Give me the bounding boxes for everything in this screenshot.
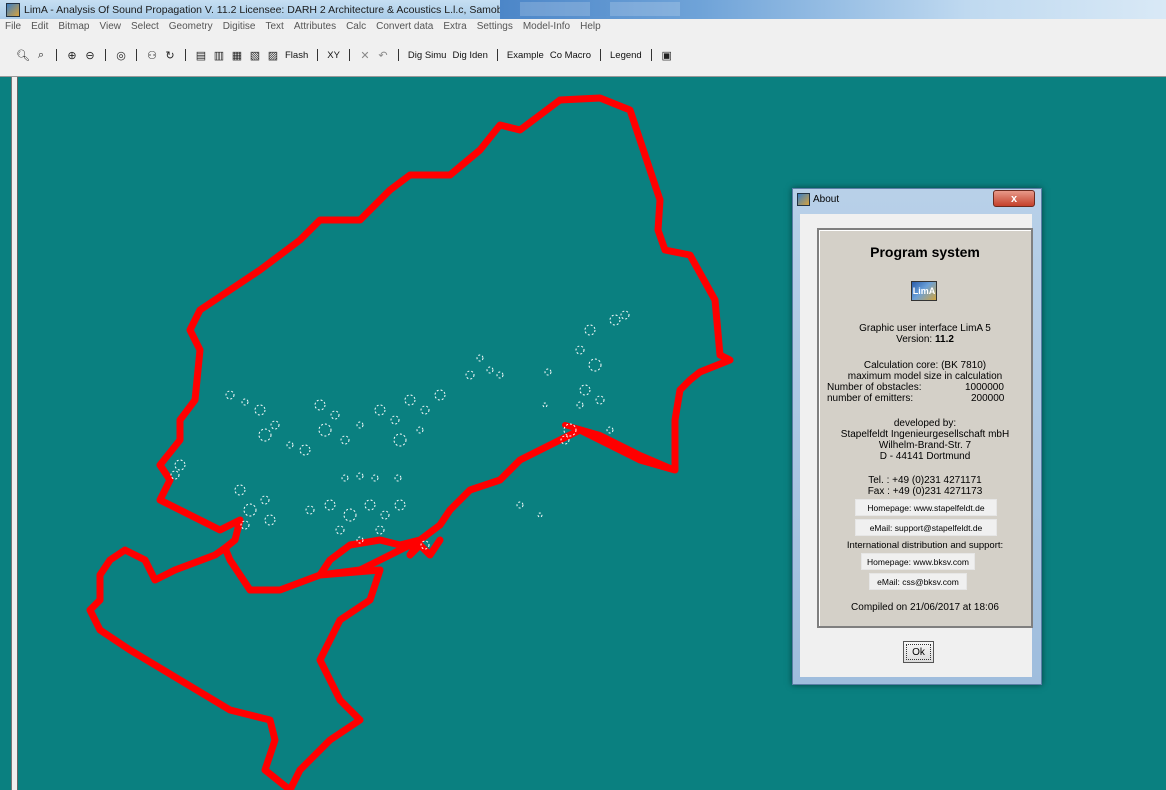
delete-icon[interactable]: ✕ <box>357 48 373 62</box>
toolbar-separator <box>317 49 319 61</box>
select-pointer-icon[interactable]: ▧ <box>247 48 263 62</box>
toolbar-row: 🔍︎ ⌕ ⊕ ⊖ ◎ ⚇ ↻ ▤ ▥ ▦ ▧ ▨ Flash XY ✕ ↶ Di… <box>14 47 676 63</box>
zoom-area-icon[interactable]: 🔍︎ <box>15 48 31 62</box>
emitters-label: number of emitters: <box>827 393 914 404</box>
boundary-outline <box>562 422 678 473</box>
example-button[interactable]: Example <box>507 50 544 61</box>
ok-button[interactable]: Ok <box>903 641 934 663</box>
toolbar-separator <box>650 49 652 61</box>
xy-button[interactable]: XY <box>327 50 340 61</box>
version-label: Version: <box>896 334 933 345</box>
fax: Fax : +49 (0)231 4271173 <box>867 486 983 497</box>
lima-app-icon <box>797 192 810 206</box>
version-line: Version: 11.2 <box>819 334 1031 345</box>
window-titlebar: LimA - Analysis Of Sound Propagation V. … <box>0 0 1166 19</box>
calc-core-line: Calculation core: (BK 7810) <box>863 360 987 371</box>
menu-bitmap[interactable]: Bitmap <box>53 21 94 32</box>
zoom-icon[interactable]: ⌕ <box>33 48 49 62</box>
company-street: Wilhelm-Brand-Str. 7 <box>878 440 972 451</box>
menu-digitise[interactable]: Digitise <box>218 21 261 32</box>
menu-text[interactable]: Text <box>260 21 288 32</box>
toolbar-separator <box>56 49 57 61</box>
taskbar-button-ghost <box>610 2 680 16</box>
toolbar: 🔍︎ ⌕ ⊕ ⊖ ◎ ⚇ ↻ ▤ ▥ ▦ ▧ ▨ Flash XY ✕ ↶ Di… <box>0 33 1166 77</box>
obstacles-label: Number of obstacles: <box>827 382 922 393</box>
emitters-value: 200000 <box>971 393 1005 404</box>
zoom-in-icon[interactable]: ⊕ <box>64 48 80 62</box>
menu-convert-data[interactable]: Convert data <box>371 21 438 32</box>
lima-app-icon[interactable] <box>6 2 20 17</box>
co-macro-button[interactable]: Co Macro <box>550 50 591 61</box>
menu-help[interactable]: Help <box>575 21 606 32</box>
menu-bar: File Edit Bitmap View Select Geometry Di… <box>0 19 1166 33</box>
max-model-line: maximum model size in calculation <box>847 371 1003 382</box>
menu-attributes[interactable]: Attributes <box>289 21 341 32</box>
menu-calc[interactable]: Calc <box>341 21 371 32</box>
window-title: LimA - Analysis Of Sound Propagation V. … <box>24 3 552 16</box>
globe-icon[interactable]: ◎ <box>113 48 129 62</box>
undo-icon[interactable]: ↶ <box>375 48 391 62</box>
obstacles-value: 1000000 <box>965 382 1004 393</box>
toolbar-separator <box>136 49 137 61</box>
homepage-link-bksv[interactable]: Homepage: www.bksv.com <box>861 553 975 570</box>
binoculars-icon[interactable]: ⚇ <box>144 48 160 62</box>
homepage-link-stapelfeldt[interactable]: Homepage: www.stapelfeldt.de <box>855 499 997 516</box>
version-value: 11.2 <box>935 334 954 345</box>
program-system-heading: Program system <box>870 244 980 260</box>
menu-select[interactable]: Select <box>126 21 164 32</box>
gui-line: Graphic user interface LimA 5 <box>859 323 991 334</box>
email-link-stapelfeldt[interactable]: eMail: support@stapelfeldt.de <box>855 519 997 536</box>
toolbar-separator <box>496 49 498 61</box>
international-support: International distribution and support: <box>846 540 1004 551</box>
zoom-out-icon[interactable]: ⊖ <box>82 48 98 62</box>
menu-model-info[interactable]: Model-Info <box>518 21 575 32</box>
toolbar-separator <box>185 49 186 61</box>
toolbar-separator <box>397 49 399 61</box>
select-filter-icon[interactable]: ▥ <box>211 48 227 62</box>
toolbar-separator <box>600 49 602 61</box>
menu-geometry[interactable]: Geometry <box>164 21 218 32</box>
menu-file[interactable]: File <box>0 21 26 32</box>
titlebar-background <box>500 0 1166 19</box>
legend-button[interactable]: Legend <box>610 50 642 61</box>
lima-logo: LimA <box>911 281 937 301</box>
refresh-icon[interactable]: ↻ <box>162 48 178 62</box>
select-arrow-icon[interactable]: ▨ <box>265 48 281 62</box>
menu-settings[interactable]: Settings <box>472 21 518 32</box>
toolbar-separator <box>348 49 350 61</box>
telephone: Tel. : +49 (0)231 4271171 <box>868 475 982 486</box>
email-link-bksv[interactable]: eMail: css@bksv.com <box>869 573 967 590</box>
select-icon[interactable]: ▤ <box>193 48 209 62</box>
menu-view[interactable]: View <box>94 21 126 32</box>
toolbar-separator <box>105 49 106 61</box>
about-dialog-title: About <box>813 193 840 205</box>
building-footprints <box>170 310 630 550</box>
company-city: D - 44141 Dortmund <box>879 451 971 462</box>
boundary-outline <box>86 94 734 790</box>
dig-iden-button[interactable]: Dig Iden <box>452 50 487 61</box>
company-name: Stapelfeldt Ingenieurgesellschaft mbH <box>840 429 1010 440</box>
developed-by: developed by: <box>893 418 957 429</box>
compiled-date: Compiled on 21/06/2017 at 18:06 <box>851 602 999 613</box>
dig-simu-button[interactable]: Dig Simu <box>408 50 447 61</box>
menu-edit[interactable]: Edit <box>26 21 53 32</box>
close-icon: x <box>1010 192 1018 205</box>
close-button[interactable]: x <box>993 190 1035 207</box>
save-icon[interactable]: ▣ <box>659 48 675 62</box>
menu-extra[interactable]: Extra <box>438 21 471 32</box>
about-info-panel: Program system LimA Graphic user interfa… <box>817 228 1033 628</box>
taskbar-button-ghost <box>520 2 590 16</box>
select-zoom-icon[interactable]: ▦ <box>229 48 245 62</box>
flash-button[interactable]: Flash <box>285 50 308 61</box>
